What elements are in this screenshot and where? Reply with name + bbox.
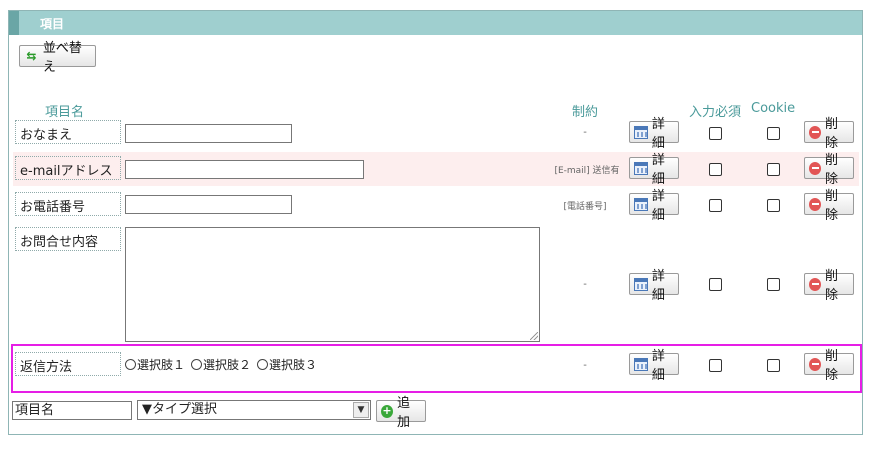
required-checkbox[interactable] (709, 359, 722, 372)
column-header-name: 項目名 (45, 105, 85, 120)
cookie-checkbox[interactable] (767, 163, 780, 176)
field-preview-input[interactable] (125, 124, 292, 143)
required-checkbox[interactable] (709, 278, 722, 291)
delete-button-label: 削除 (825, 349, 839, 383)
field-label: おなまえ (15, 120, 121, 144)
field-preview-input[interactable] (125, 160, 364, 179)
sort-button-label: 並べ替え (42, 41, 82, 75)
delete-button-label: 削除 (825, 269, 839, 303)
field-constraint: - (583, 279, 587, 290)
detail-button[interactable]: 詳細 (629, 269, 679, 303)
reply-method-radio-group: 選択肢１ 選択肢２ 選択肢３ (125, 356, 323, 373)
field-type-selected: ▼タイプ選択 (142, 402, 217, 417)
detail-button-label: 詳細 (651, 269, 665, 303)
sort-button[interactable]: ⇆ 並べ替え (19, 41, 96, 75)
field-row: おなまえ - 詳細 削除 (13, 117, 859, 151)
column-header-cookie: Cookie (751, 101, 796, 116)
fields-panel: 項目 ⇆ 並べ替え 項目名 制約 入力必須 Cookie おなまえ - 詳細 削… (8, 10, 863, 435)
field-constraint: - (583, 127, 587, 138)
radio-option-1[interactable] (125, 359, 136, 370)
required-checkbox[interactable] (709, 127, 722, 140)
remove-icon (809, 161, 821, 175)
calendar-icon (634, 197, 648, 211)
add-field-button[interactable]: + 追加 (376, 396, 426, 430)
field-row: お電話番号 [電話番号] 詳細 削除 (13, 189, 859, 223)
panel-header: 項目 (9, 11, 862, 35)
radio-option-2[interactable] (191, 359, 203, 370)
radio-option-3[interactable] (257, 359, 269, 370)
field-preview-input[interactable] (125, 195, 292, 214)
field-label: e-mailアドレス (15, 156, 121, 180)
calendar-icon (634, 161, 648, 175)
delete-button[interactable]: 削除 (804, 153, 854, 187)
delete-button[interactable]: 削除 (804, 349, 854, 383)
column-header-constraint: 制約 (572, 105, 599, 120)
remove-icon (809, 277, 821, 291)
detail-button[interactable]: 詳細 (629, 349, 679, 383)
remove-icon (809, 357, 821, 371)
detail-button[interactable]: 詳細 (629, 189, 679, 223)
detail-button-label: 詳細 (651, 189, 665, 223)
delete-button[interactable]: 削除 (804, 189, 854, 223)
detail-button-label: 詳細 (651, 349, 665, 383)
field-constraint: [電話番号] (563, 202, 607, 212)
cookie-checkbox[interactable] (767, 278, 780, 291)
delete-button[interactable]: 削除 (804, 269, 854, 303)
column-header-required: 入力必須 (689, 105, 742, 120)
remove-icon (809, 125, 821, 139)
field-row: お問合せ内容 - 詳細 削除 (13, 226, 859, 344)
field-label: 返信方法 (15, 352, 121, 376)
panel-title: 項目 (40, 17, 65, 31)
calendar-icon (634, 357, 648, 371)
detail-button-label: 詳細 (651, 117, 665, 151)
calendar-icon (634, 277, 648, 291)
field-row: e-mailアドレス [E-mail] 送信有 詳細 削除 (13, 152, 859, 187)
delete-button-label: 削除 (825, 189, 839, 223)
detail-button[interactable]: 詳細 (629, 117, 679, 151)
required-checkbox[interactable] (709, 199, 722, 212)
field-type-select[interactable]: ▼タイプ選択 ▼ (137, 400, 371, 420)
remove-icon (809, 197, 821, 211)
cookie-checkbox[interactable] (767, 359, 780, 372)
add-field-button-label: 追加 (397, 396, 411, 430)
panel-header-accent (9, 11, 19, 35)
chevron-down-icon[interactable]: ▼ (353, 402, 369, 418)
new-field-name-input[interactable]: 項目名 (12, 401, 132, 420)
field-constraint: - (583, 360, 587, 371)
plus-icon: + (381, 404, 393, 418)
field-label: お電話番号 (15, 192, 121, 216)
delete-button[interactable]: 削除 (804, 117, 854, 151)
delete-button-label: 削除 (825, 153, 839, 187)
delete-button-label: 削除 (825, 117, 839, 151)
field-preview-textarea[interactable] (125, 227, 540, 342)
calendar-icon (634, 125, 648, 139)
cookie-checkbox[interactable] (767, 199, 780, 212)
resize-grip-icon[interactable] (530, 332, 538, 340)
radio-option-label: 選択肢１ (137, 358, 186, 372)
radio-option-label: 選択肢３ (269, 358, 318, 372)
field-label: お問合せ内容 (15, 227, 121, 251)
radio-option-label: 選択肢２ (203, 358, 252, 372)
cookie-checkbox[interactable] (767, 127, 780, 140)
required-checkbox[interactable] (709, 163, 722, 176)
shuffle-icon: ⇆ (26, 49, 37, 63)
detail-button-label: 詳細 (651, 153, 665, 187)
detail-button[interactable]: 詳細 (629, 153, 679, 187)
field-constraint: [E-mail] 送信有 (554, 166, 620, 176)
